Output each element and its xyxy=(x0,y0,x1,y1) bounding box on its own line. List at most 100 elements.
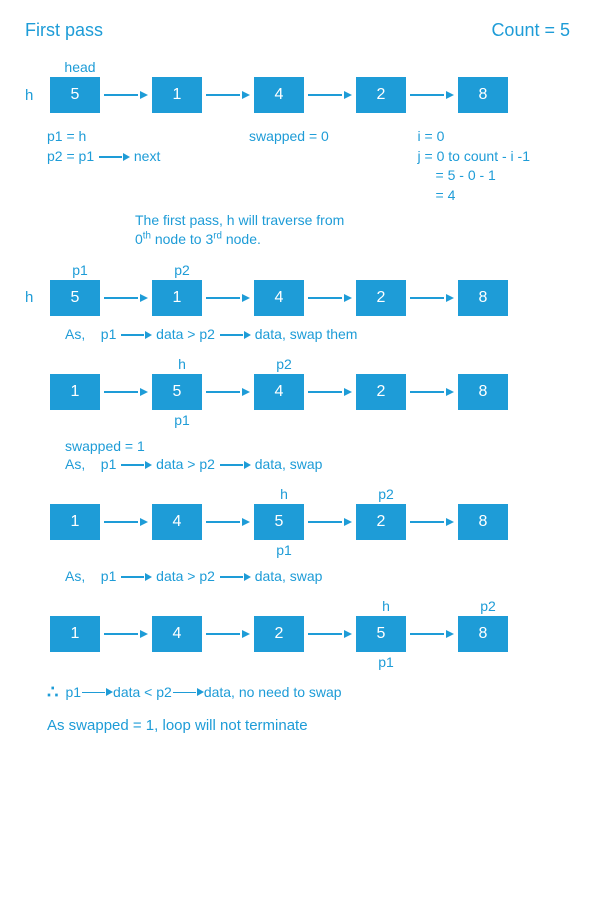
diagram-row-2: p1 p2 h 5 1 4 2 8 xyxy=(25,262,570,316)
arrow-icon xyxy=(120,331,152,339)
arrow-icon xyxy=(406,633,458,635)
swap-line-3: As, p1 data > p2 data, swap xyxy=(25,568,570,584)
arrow-icon xyxy=(120,573,152,581)
node: 5 xyxy=(50,280,100,316)
top-labels-1: head xyxy=(25,59,570,75)
bot-labels-5: p1 xyxy=(25,654,570,670)
ann-j2: = 5 - 0 - 1 xyxy=(418,166,530,186)
node: 4 xyxy=(254,280,304,316)
node: 5 xyxy=(152,374,202,410)
arrow-icon xyxy=(202,94,254,96)
h-label: h xyxy=(25,87,50,104)
label-h: h xyxy=(259,486,309,502)
arrow-icon xyxy=(202,297,254,299)
node: 1 xyxy=(152,280,202,316)
node: 8 xyxy=(458,504,508,540)
arrow-icon xyxy=(98,153,130,161)
bot-labels-4: p1 xyxy=(25,542,570,558)
arrow-icon xyxy=(100,633,152,635)
node: 8 xyxy=(458,77,508,113)
header-row: First pass Count = 5 xyxy=(25,20,570,41)
arrow-icon xyxy=(304,297,356,299)
h-label: h xyxy=(25,289,50,306)
label-p1: p1 xyxy=(259,542,309,558)
arrow-icon xyxy=(219,331,251,339)
noswap-line: ∴ p1 data < p2 data, no need to swap xyxy=(25,682,570,703)
ann-left: p1 = h p2 = p1 next xyxy=(25,127,160,205)
node: 1 xyxy=(50,374,100,410)
node: 2 xyxy=(356,77,406,113)
node: 2 xyxy=(356,280,406,316)
arrow-icon xyxy=(406,94,458,96)
label-p2: p2 xyxy=(157,262,207,278)
arrow-icon xyxy=(202,391,254,393)
node: 5 xyxy=(254,504,304,540)
ann-p2: p2 = p1 next xyxy=(47,147,160,167)
node: 4 xyxy=(254,374,304,410)
swap-line-1: As, p1 data > p2 data, swap them xyxy=(25,326,570,342)
arrow-icon xyxy=(304,94,356,96)
swapped-line: swapped = 1 xyxy=(25,438,570,454)
arrow-icon xyxy=(202,521,254,523)
label-p1: p1 xyxy=(55,262,105,278)
traverse-text: The first pass, h will traverse from 0th… xyxy=(135,211,570,247)
node: 4 xyxy=(254,77,304,113)
node: 8 xyxy=(458,616,508,652)
node: 4 xyxy=(152,504,202,540)
node: 2 xyxy=(254,616,304,652)
arrow-icon xyxy=(304,521,356,523)
arrow-icon xyxy=(100,297,152,299)
count-label: Count = 5 xyxy=(491,20,570,41)
label-head: head xyxy=(55,59,105,75)
ann-p1: p1 = h xyxy=(47,127,160,147)
ann-mid: swapped = 0 xyxy=(249,127,329,205)
node: 1 xyxy=(50,616,100,652)
arrow-icon xyxy=(100,94,152,96)
node-row-3: 1 5 4 2 8 xyxy=(25,374,570,410)
ann-j3: = 4 xyxy=(418,186,530,206)
top-labels-4: h p2 xyxy=(25,486,570,502)
label-p1: p1 xyxy=(157,412,207,428)
arrow-icon xyxy=(304,391,356,393)
arrow-icon xyxy=(406,391,458,393)
label-h: h xyxy=(157,356,207,372)
arrow-icon xyxy=(100,521,152,523)
annotation-row: p1 = h p2 = p1 next swapped = 0 i = 0 j … xyxy=(25,127,570,205)
therefore-icon: ∴ xyxy=(47,682,57,703)
ann-right: i = 0 j = 0 to count - i -1 = 5 - 0 - 1 … xyxy=(418,127,570,205)
node: 2 xyxy=(356,504,406,540)
node-row-1: h 5 1 4 2 8 xyxy=(25,77,570,113)
node: 4 xyxy=(152,616,202,652)
node: 1 xyxy=(152,77,202,113)
diagram-row-1: head h 5 1 4 2 8 xyxy=(25,59,570,113)
ann-swapped: swapped = 0 xyxy=(249,127,329,147)
node-row-5: 1 4 2 5 8 xyxy=(25,616,570,652)
bot-labels-3: p1 xyxy=(25,412,570,428)
label-p2: p2 xyxy=(259,356,309,372)
final-text: As swapped = 1, loop will not terminate xyxy=(25,717,570,734)
arrow-icon xyxy=(172,688,204,696)
node: 2 xyxy=(356,374,406,410)
arrow-icon xyxy=(304,633,356,635)
ann-j1: j = 0 to count - i -1 xyxy=(418,147,530,167)
arrow-icon xyxy=(100,391,152,393)
node: 8 xyxy=(458,280,508,316)
title: First pass xyxy=(25,20,103,41)
arrow-icon xyxy=(406,297,458,299)
label-p1: p1 xyxy=(361,654,411,670)
node: 1 xyxy=(50,504,100,540)
swap-line-2: As, p1 data > p2 data, swap xyxy=(25,456,570,472)
arrow-icon xyxy=(81,688,113,696)
arrow-icon xyxy=(219,461,251,469)
node: 5 xyxy=(356,616,406,652)
top-labels-2: p1 p2 xyxy=(25,262,570,278)
top-labels-5: h p2 xyxy=(25,598,570,614)
top-labels-3: h p2 xyxy=(25,356,570,372)
label-p2: p2 xyxy=(463,598,513,614)
arrow-icon xyxy=(120,461,152,469)
node-row-2: h 5 1 4 2 8 xyxy=(25,280,570,316)
diagram-row-5: h p2 1 4 2 5 8 p1 xyxy=(25,598,570,670)
arrow-icon xyxy=(406,521,458,523)
diagram-row-4: h p2 1 4 5 2 8 p1 xyxy=(25,486,570,558)
node: 5 xyxy=(50,77,100,113)
